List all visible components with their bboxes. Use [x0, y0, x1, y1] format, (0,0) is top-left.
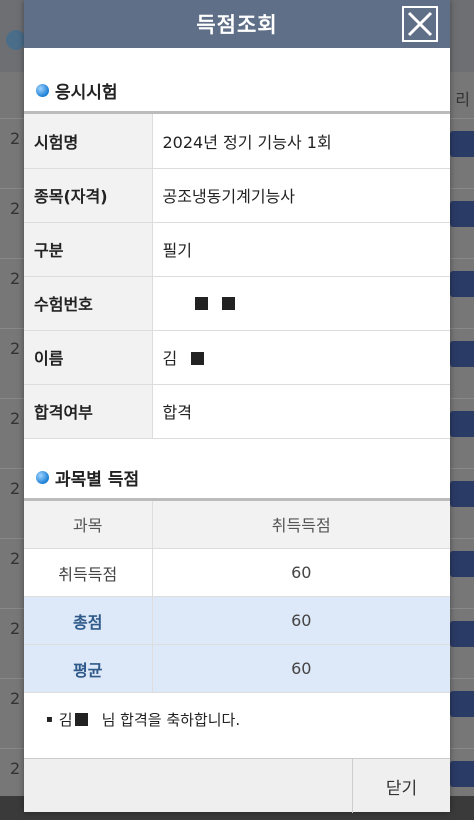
table-row: 구분 필기: [24, 222, 450, 277]
total-row: 총점 60: [24, 596, 450, 645]
average-row: 평균 60: [24, 644, 450, 693]
exam-number-value: [152, 276, 450, 331]
redaction-block: [221, 296, 235, 310]
exam-section-title: 응시시험: [24, 70, 450, 114]
close-x-icon: [407, 11, 433, 37]
row-label: 수험번호: [24, 276, 153, 331]
average-label: 평균: [24, 644, 153, 693]
total-label: 총점: [24, 596, 153, 645]
row-value: 필기: [152, 222, 450, 277]
row-label: 시험명: [24, 114, 153, 169]
dialog-title: 득점조회: [196, 13, 278, 37]
subject-score: 60: [152, 548, 450, 597]
background-logo-icon: [6, 30, 26, 50]
name-value: 김: [152, 330, 450, 385]
score-table: 과목 취득득점 취득득점 60 총점 60 평균 60: [24, 500, 450, 693]
table-row: 이름 김: [24, 330, 450, 385]
score-section-title: 과목별 득점: [24, 457, 450, 501]
table-row: 수험번호: [24, 276, 450, 331]
column-header-score: 취득득점: [152, 500, 450, 549]
dialog-footer: 닫기: [24, 758, 450, 813]
close-button[interactable]: 닫기: [352, 759, 450, 813]
row-label: 종목(자격): [24, 168, 153, 223]
row-value: 합격: [152, 384, 450, 439]
dialog-header: 득점조회: [24, 0, 450, 48]
row-value: 공조냉동기계기능사: [152, 168, 450, 223]
background-side-label: 리: [455, 90, 470, 109]
row-label: 이름: [24, 330, 153, 385]
bullet-icon: ▪: [46, 714, 53, 725]
subject-label: 취득득점: [24, 548, 153, 597]
redaction-block: [191, 352, 205, 365]
row-value: 2024년 정기 기능사 1회: [152, 114, 450, 169]
table-header-row: 과목 취득득점: [24, 500, 450, 549]
average-value: 60: [152, 644, 450, 693]
total-value: 60: [152, 596, 450, 645]
table-row: 취득득점 60: [24, 548, 450, 597]
score-inquiry-dialog: 득점조회 응시시험 시험명 2024년 정기 기능사 1회 종목(자격) 공조냉…: [24, 0, 450, 813]
congratulation-message: ▪ 김 님 합격을 축하합니다.: [46, 711, 241, 729]
row-label: 합격여부: [24, 384, 153, 439]
redaction-block: [74, 713, 88, 726]
bullet-dot-icon: [36, 84, 49, 97]
column-header-subject: 과목: [24, 500, 153, 549]
bullet-dot-icon: [36, 470, 49, 484]
table-row: 시험명 2024년 정기 기능사 1회: [24, 114, 450, 169]
close-x-button[interactable]: [402, 6, 438, 42]
row-label: 구분: [24, 222, 153, 277]
table-row: 합격여부 합격: [24, 384, 450, 439]
redaction-block: [194, 296, 208, 310]
exam-info-table: 시험명 2024년 정기 기능사 1회 종목(자격) 공조냉동기계기능사 구분 …: [24, 114, 450, 439]
table-row: 종목(자격) 공조냉동기계기능사: [24, 168, 450, 223]
